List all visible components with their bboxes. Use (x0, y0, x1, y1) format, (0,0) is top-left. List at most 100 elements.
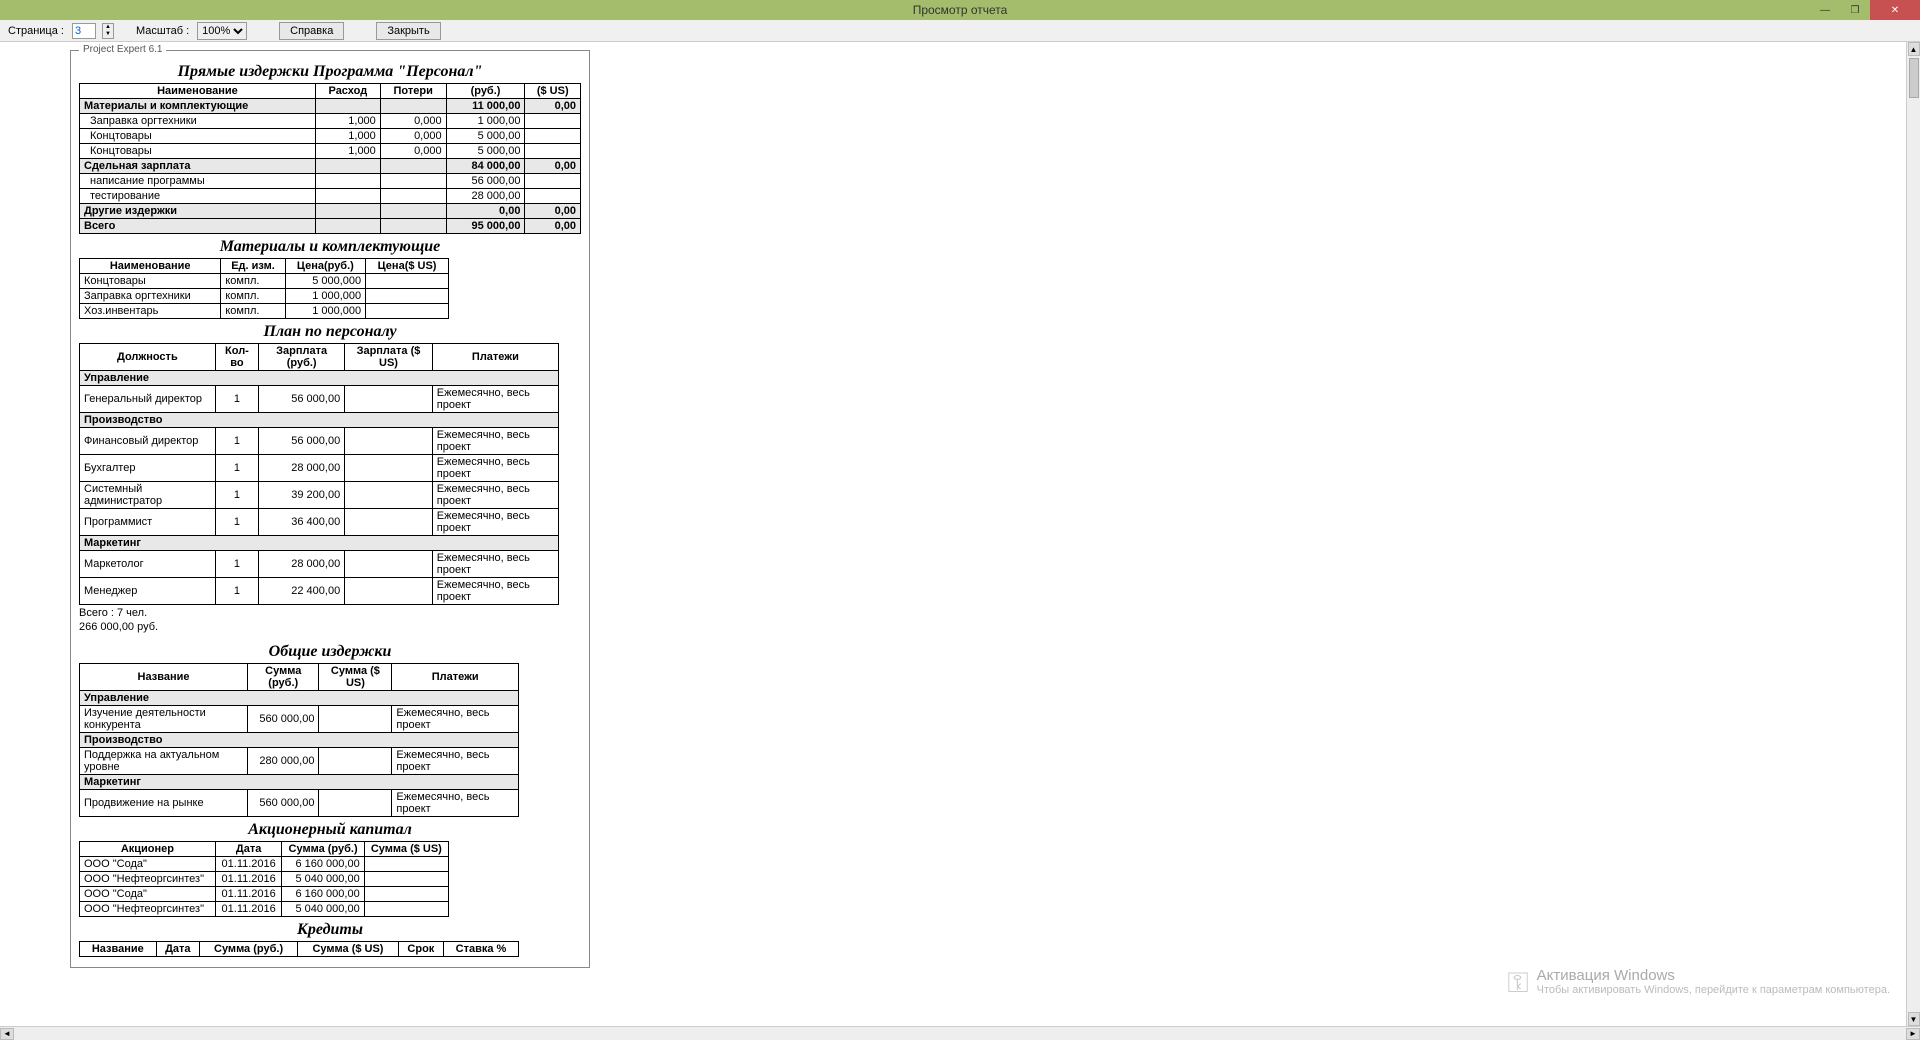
table-cell: Материалы и комплектующие (80, 99, 316, 114)
table-cell: 5 000,00 (446, 144, 525, 159)
table-cell (345, 509, 433, 536)
table-cell (380, 204, 446, 219)
vertical-scrollbar[interactable]: ▲▼ (1906, 42, 1920, 1026)
table-cell: ООО "Нефтеоргсинтез" (80, 872, 216, 887)
section-title-capital: Акционерный капитал (79, 821, 581, 839)
table-cell: Заправка оргтехники (80, 114, 316, 129)
table-cell: 0,00 (525, 159, 581, 174)
table-cell: 1 (215, 386, 258, 413)
report-viewer: ▲▼ Project Expert 6.1 Прямые издержки Пр… (0, 42, 1920, 1026)
personnel-total-count: Всего : 7 чел. (79, 607, 581, 619)
table-cell (525, 144, 581, 159)
column-header: Зарплата (руб.) (259, 344, 345, 371)
help-button[interactable]: Справка (279, 22, 344, 40)
table-cell: 5 040 000,00 (282, 872, 364, 887)
table-cell: Всего (80, 219, 316, 234)
table-cell: 84 000,00 (446, 159, 525, 174)
table-cell: ООО "Сода" (80, 887, 216, 902)
table-cell: 36 400,00 (259, 509, 345, 536)
table-cell: Концтовары (80, 129, 316, 144)
table-cell: компл. (221, 304, 285, 319)
table-cell: 01.11.2016 (215, 872, 282, 887)
table-cell: 56 000,00 (259, 428, 345, 455)
table-cell (525, 129, 581, 144)
table-cell: Системный администратор (80, 482, 216, 509)
table-cell: Ежемесячно, весь проект (432, 482, 558, 509)
table-cell (315, 204, 380, 219)
table-cell (380, 99, 446, 114)
page-spinner[interactable]: ▲▼ (102, 23, 114, 39)
table-cell: 0,000 (380, 129, 446, 144)
table-cell: Ежемесячно, весь проект (432, 428, 558, 455)
table-cell: Производство (80, 733, 519, 748)
table-cell: Менеджер (80, 578, 216, 605)
maximize-button[interactable]: ❐ (1840, 0, 1870, 20)
table-cell: Концтовары (80, 144, 316, 159)
table-cell: 01.11.2016 (215, 887, 282, 902)
table-cell (345, 428, 433, 455)
table-cell: Ежемесячно, весь проект (392, 706, 519, 733)
titlebar: Просмотр отчета — ❐ ✕ (0, 0, 1920, 20)
personnel-table: ДолжностьКол-воЗарплата (руб.)Зарплата (… (79, 343, 559, 605)
table-cell: Маркетинг (80, 775, 519, 790)
close-button[interactable]: ✕ (1870, 0, 1920, 20)
table-cell: 5 000,000 (285, 274, 366, 289)
column-header: Платежи (432, 344, 558, 371)
column-header: ($ US) (525, 84, 581, 99)
column-header: Дата (215, 842, 282, 857)
table-cell (319, 790, 392, 817)
zoom-select[interactable]: 100% (197, 22, 247, 40)
table-cell: 22 400,00 (259, 578, 345, 605)
table-cell: Другие издержки (80, 204, 316, 219)
table-cell: 1 (215, 578, 258, 605)
table-cell: компл. (221, 274, 285, 289)
column-header: Расход (315, 84, 380, 99)
column-header: Наименование (80, 259, 221, 274)
table-cell: 6 160 000,00 (282, 887, 364, 902)
table-cell: 56 000,00 (446, 174, 525, 189)
minimize-button[interactable]: — (1810, 0, 1840, 20)
table-cell: 0,00 (525, 219, 581, 234)
column-header: Наименование (80, 84, 316, 99)
direct-costs-table: НаименованиеРасходПотери(руб.)($ US)Мате… (79, 83, 581, 234)
table-cell: 1 000,000 (285, 304, 366, 319)
table-cell: 1 (215, 455, 258, 482)
table-cell: 01.11.2016 (215, 902, 282, 917)
column-header: Ставка % (443, 942, 518, 957)
page-label: Страница : (8, 25, 64, 37)
close-report-button[interactable]: Закрыть (376, 22, 440, 40)
table-cell (319, 706, 392, 733)
window-title: Просмотр отчета (913, 3, 1008, 17)
table-cell: 0,00 (525, 99, 581, 114)
table-cell: 11 000,00 (446, 99, 525, 114)
horizontal-scrollbar[interactable]: ◄► (0, 1026, 1920, 1040)
table-cell: 28 000,00 (259, 455, 345, 482)
table-cell: Ежемесячно, весь проект (432, 455, 558, 482)
table-cell: Ежемесячно, весь проект (392, 748, 519, 775)
column-header: Ед. изм. (221, 259, 285, 274)
table-cell: 28 000,00 (259, 551, 345, 578)
table-cell: Производство (80, 413, 559, 428)
table-cell: 1,000 (315, 129, 380, 144)
capital-table: АкционерДатаСумма (руб.)Сумма ($ US)ООО … (79, 841, 449, 917)
table-cell (525, 189, 581, 204)
table-cell: Хоз.инвентарь (80, 304, 221, 319)
table-cell: 56 000,00 (259, 386, 345, 413)
table-cell (364, 857, 448, 872)
table-cell: написание программы (80, 174, 316, 189)
column-header: Название (80, 664, 248, 691)
section-title-personnel: План по персоналу (79, 323, 581, 341)
table-cell: Сдельная зарплата (80, 159, 316, 174)
table-cell (380, 189, 446, 204)
table-cell: 1,000 (315, 144, 380, 159)
table-cell (380, 219, 446, 234)
common-costs-table: НазваниеСумма (руб.)Сумма ($ US)ПлатежиУ… (79, 663, 519, 817)
table-cell: 6 160 000,00 (282, 857, 364, 872)
table-cell (315, 174, 380, 189)
table-cell: Ежемесячно, весь проект (432, 386, 558, 413)
section-title-direct-costs: Прямые издержки Программа "Персонал" (79, 63, 581, 81)
page-input[interactable] (72, 23, 96, 39)
table-cell (366, 274, 449, 289)
table-cell (345, 386, 433, 413)
table-cell: Ежемесячно, весь проект (392, 790, 519, 817)
